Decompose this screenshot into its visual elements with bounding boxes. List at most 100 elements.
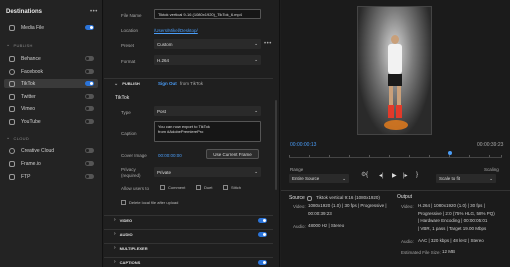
cover-timecode[interactable]: 00:00:00:00 — [158, 153, 182, 158]
dest-label: Creative Cloud — [21, 147, 55, 154]
file-size-label: Estimated File Size: — [401, 250, 441, 255]
range-dropdown[interactable]: Entire Source ⌄ — [289, 174, 349, 183]
destinations-more-icon[interactable]: ••• — [90, 9, 98, 15]
dest-label: FTP — [21, 173, 31, 180]
dest-item-creative-cloud[interactable]: Creative Cloud — [4, 146, 98, 155]
stitch-checkbox[interactable]: Stitch — [223, 185, 241, 190]
format-value: H.264 — [157, 57, 170, 63]
creative-cloud-toggle[interactable] — [85, 148, 94, 153]
output-audio-key: Audio: — [401, 239, 414, 244]
video-section-header[interactable]: › VIDEO — [104, 215, 273, 224]
output-video-line-2: Progressive | 2:0 (75% HLG, 58% PQ) — [418, 210, 495, 216]
preset-value: Custom — [157, 41, 173, 47]
chevron-down-icon: ⌄ — [254, 108, 258, 113]
type-value: Post — [157, 108, 167, 114]
facebook-toggle[interactable] — [85, 69, 94, 74]
chevron-down-icon: ⌄ — [254, 57, 258, 62]
output-video-line-3: | Hardware Encoding | 00:00:05:01 — [418, 218, 488, 223]
mark-out-icon[interactable]: } — [416, 172, 418, 178]
output-label: Output — [397, 194, 413, 200]
allow-users-label: Allow users to — [121, 186, 150, 191]
dest-item-behance[interactable]: Behance — [4, 54, 98, 63]
dest-item-tiktok[interactable]: TikTok — [4, 79, 98, 88]
caption-label: Caption — [121, 131, 137, 136]
file-name-input[interactable]: Tiktok vertical 9-16 (1080x1920)_TikTok_… — [154, 9, 261, 19]
dest-item-youtube[interactable]: YouTube — [4, 117, 98, 126]
youtube-icon — [9, 118, 15, 125]
performer-figure — [386, 35, 404, 130]
settings-scrollbar[interactable] — [275, 100, 277, 190]
audio-section-header[interactable]: › AUDIO — [104, 229, 273, 238]
playhead[interactable] — [448, 151, 452, 155]
dest-label: Twitter — [21, 93, 36, 100]
privacy-dropdown[interactable]: Private ⌄ — [154, 167, 261, 177]
duet-checkbox[interactable]: Duet — [196, 185, 212, 190]
captions-section-header[interactable]: › CAPTIONS — [104, 257, 273, 266]
dest-label: YouTube — [21, 118, 41, 125]
play-icon[interactable]: ▶ — [392, 172, 397, 179]
captions-toggle[interactable] — [258, 259, 267, 265]
frameio-toggle[interactable] — [85, 161, 94, 166]
dest-item-frameio[interactable]: Frame.io — [4, 159, 98, 168]
behance-icon — [9, 55, 15, 62]
chevron-right-icon: › — [114, 245, 116, 251]
chevron-down-icon: ⌄ — [6, 42, 11, 48]
chevron-right-icon: › — [114, 231, 116, 237]
dest-label: Behance — [21, 55, 41, 62]
output-video-key: Video: — [401, 204, 414, 209]
media-file-icon — [9, 24, 15, 31]
output-video-line-4: | VBR, 1 pass | Target 19.00 Mbps — [418, 225, 487, 231]
type-dropdown[interactable]: Post ⌄ — [154, 106, 261, 116]
location-label: Location — [121, 28, 139, 33]
location-link[interactable]: /Users/Mikel/Desktop/ — [154, 28, 198, 33]
twitter-icon — [9, 93, 15, 100]
preview-panel: 00:00:00:13 00:00:39:23 Range Scaling { … — [281, 0, 510, 267]
youtube-toggle[interactable] — [85, 119, 94, 124]
tiktok-section-title: TikTok — [115, 95, 130, 101]
vimeo-toggle[interactable] — [85, 106, 94, 111]
delete-local-checkbox[interactable]: Delete local file after upload — [121, 200, 178, 205]
dest-item-media-file[interactable]: Media File — [4, 23, 98, 32]
comment-checkbox[interactable]: Comment — [160, 185, 185, 190]
behance-toggle[interactable] — [85, 56, 94, 61]
publish-section-header[interactable]: ⌄ PUBLISH — [6, 42, 33, 48]
cloud-section-header[interactable]: ⌄ CLOUD — [6, 135, 29, 141]
preset-label: Preset — [121, 43, 135, 48]
dest-item-ftp[interactable]: FTP — [4, 172, 98, 181]
scaling-dropdown[interactable]: Scale to fit ⌄ — [436, 174, 496, 183]
creative-cloud-icon — [9, 147, 15, 154]
dest-item-vimeo[interactable]: Vimeo — [4, 104, 98, 113]
caption-text: You can now export to TikTok from #Adobe… — [158, 124, 210, 134]
destinations-panel: Destinations ••• Media File ⌄ PUBLISH Be… — [0, 0, 103, 267]
sign-out-link[interactable]: Sign Out — [158, 81, 177, 86]
audio-toggle[interactable] — [258, 231, 267, 237]
range-label: Range — [290, 167, 304, 172]
step-forward-icon[interactable]: |▸ — [403, 172, 408, 179]
timecode-in[interactable]: 00:00:00:13 — [290, 142, 316, 148]
timeline-ruler[interactable] — [289, 153, 502, 158]
chevron-right-icon: › — [114, 259, 116, 265]
chevron-down-icon: ⌄ — [489, 175, 493, 181]
use-current-frame-button[interactable]: Use Current Frame — [206, 149, 259, 159]
dest-item-twitter[interactable]: Twitter — [4, 92, 98, 101]
ftp-toggle[interactable] — [85, 174, 94, 179]
preset-more-icon[interactable]: ••• — [264, 41, 272, 47]
step-back-icon[interactable]: ◂| — [379, 172, 384, 179]
privacy-label: Privacy (required) — [121, 167, 141, 178]
multiplexer-section-header[interactable]: › MULTIPLEXER — [104, 243, 273, 252]
tiktok-toggle[interactable] — [85, 81, 94, 86]
video-preview — [357, 6, 432, 135]
settings-panel: File Name Tiktok vertical 9-16 (1080x192… — [104, 0, 280, 267]
format-dropdown[interactable]: H.264 ⌄ — [154, 55, 261, 65]
dest-label: Facebook — [21, 68, 43, 75]
twitter-toggle[interactable] — [85, 94, 94, 99]
chevron-right-icon: › — [114, 217, 116, 223]
video-toggle[interactable] — [258, 217, 267, 223]
source-video-value: 1080x1920 (1.0) | 30 fps | Progressive |… — [308, 203, 387, 216]
settings-gear-icon[interactable]: ⚙ — [361, 171, 366, 178]
scaling-value: Scale to fit — [439, 176, 461, 181]
caption-textarea[interactable]: You can now export to TikTok from #Adobe… — [154, 121, 261, 142]
media-file-toggle[interactable] — [85, 25, 94, 30]
preset-dropdown[interactable]: Custom ⌄ — [154, 39, 261, 49]
dest-item-facebook[interactable]: Facebook — [4, 67, 98, 76]
